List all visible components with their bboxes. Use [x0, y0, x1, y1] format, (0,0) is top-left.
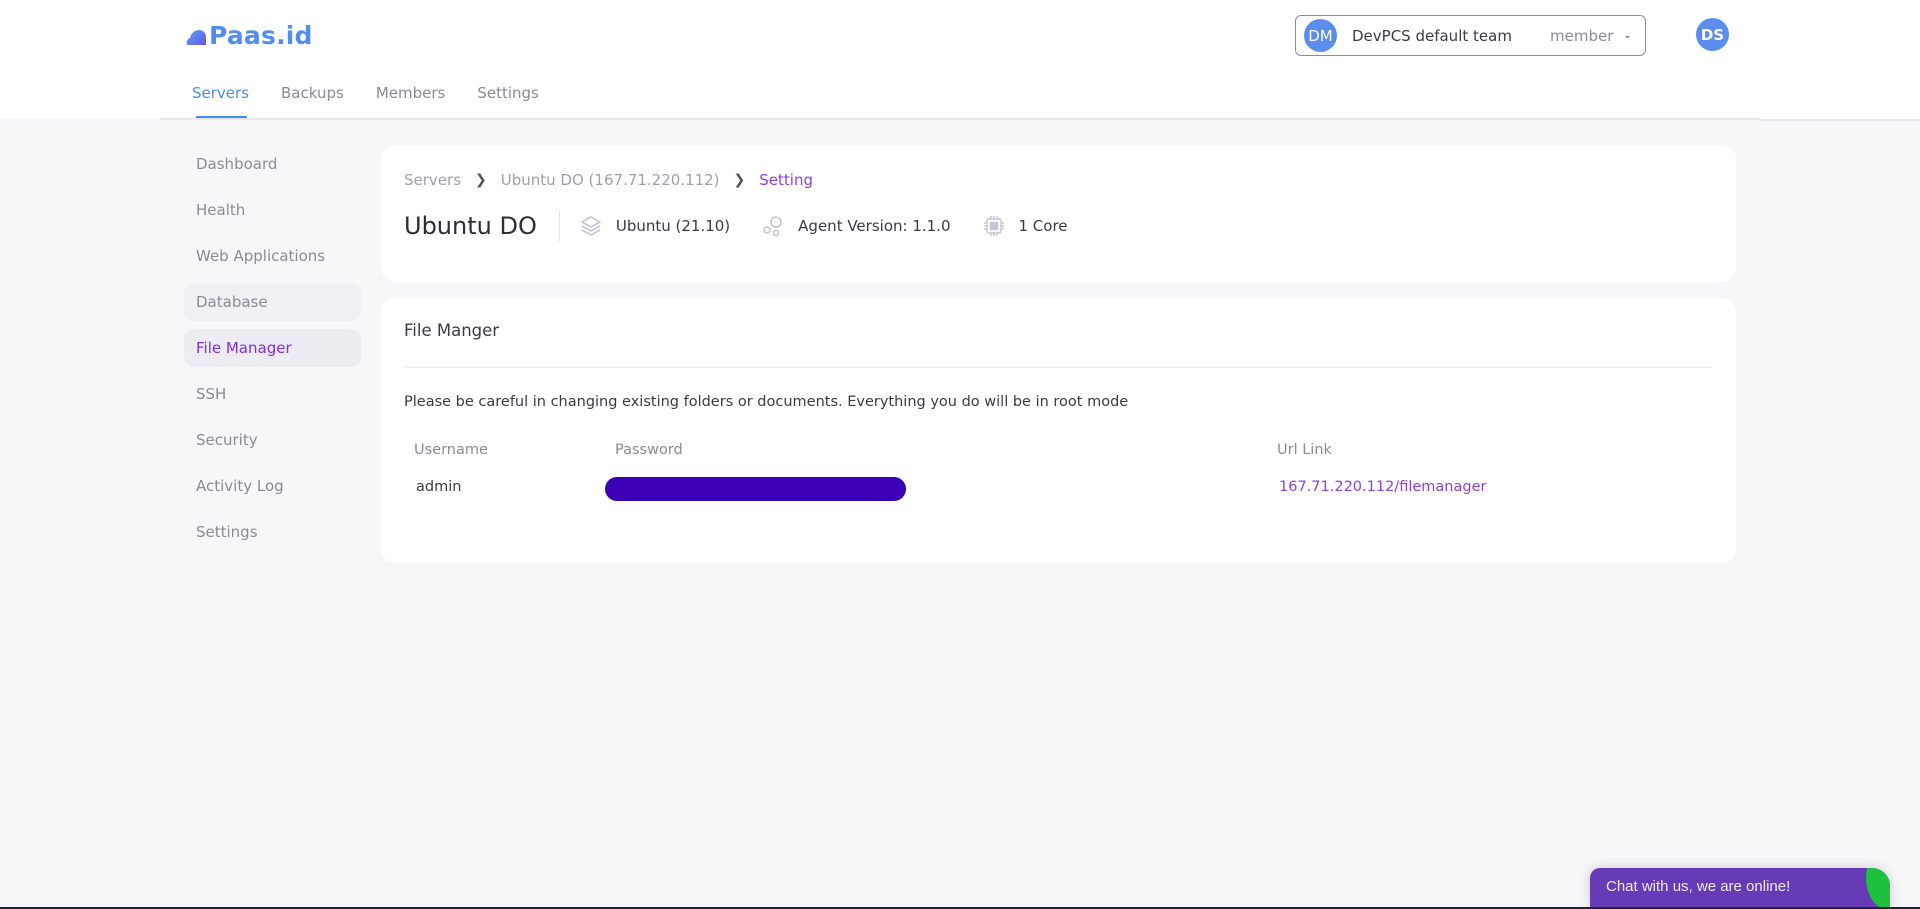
chevron-right-icon: ❯	[475, 172, 487, 188]
server-name: Ubuntu DO	[404, 212, 537, 240]
logo[interactable]: Paas.id	[186, 18, 313, 52]
sidebar-item-ssh[interactable]: SSH	[184, 375, 361, 413]
breadcrumb-current: Setting	[759, 171, 813, 189]
chevron-down-icon: ⌄	[1623, 30, 1632, 41]
user-avatar[interactable]: DS	[1696, 18, 1729, 51]
sidebar: Dashboard Health Web Applications Databa…	[184, 145, 361, 559]
sidebar-item-file-manager[interactable]: File Manager	[184, 329, 361, 367]
section-divider	[404, 367, 1712, 368]
os-info: Ubuntu (21.10)	[580, 215, 730, 237]
chat-widget-label: Chat with us, we are online!	[1606, 878, 1791, 895]
os-label: Ubuntu (21.10)	[615, 217, 731, 235]
main-tabs: Servers Backups Members Settings	[192, 84, 571, 120]
cpu-label: 1 Core	[1018, 217, 1068, 235]
breadcrumb: Servers ❯ Ubuntu DO (167.71.220.112) ❯ S…	[404, 171, 813, 189]
server-info-row: Ubuntu DO Ubuntu (21.10) Agent Version: …	[404, 208, 1100, 244]
chat-widget[interactable]: Chat with us, we are online!	[1590, 868, 1890, 909]
file-manager-card: File Manger Please be careful in changin…	[381, 298, 1736, 563]
sidebar-item-security[interactable]: Security	[184, 421, 361, 459]
sidebar-item-dashboard[interactable]: Dashboard	[184, 145, 361, 183]
tab-members[interactable]: Members	[376, 84, 446, 120]
breadcrumb-servers[interactable]: Servers	[404, 171, 461, 189]
header-divider	[160, 118, 1760, 120]
team-role: member	[1550, 26, 1614, 45]
server-header-card: Servers ❯ Ubuntu DO (167.71.220.112) ❯ S…	[381, 145, 1736, 282]
tab-backups[interactable]: Backups	[281, 84, 344, 120]
breadcrumb-server[interactable]: Ubuntu DO (167.71.220.112)	[501, 171, 720, 189]
cpu-info: 1 Core	[983, 215, 1068, 237]
team-avatar: DM	[1304, 19, 1337, 52]
header-divider-right	[1760, 119, 1920, 121]
tab-servers[interactable]: Servers	[192, 84, 249, 120]
sidebar-item-activity-log[interactable]: Activity Log	[184, 467, 361, 505]
team-selector[interactable]: DM DevPCS default team member ⌄	[1295, 15, 1646, 56]
top-navbar: Paas.id Servers Backups Members Settings…	[0, 0, 1920, 119]
sidebar-item-settings[interactable]: Settings	[184, 513, 361, 551]
agent-label: Agent Version: 1.1.0	[798, 217, 951, 235]
tab-settings[interactable]: Settings	[477, 84, 539, 120]
vertical-divider	[558, 210, 560, 242]
file-manager-title: File Manger	[404, 321, 500, 340]
layers-icon	[581, 216, 601, 236]
file-manager-url-link[interactable]: 167.71.220.112/filemanager	[1279, 479, 1486, 495]
username-value: admin	[416, 479, 462, 495]
column-header-url: Url Link	[1277, 442, 1332, 458]
root-mode-notice: Please be careful in changing existing f…	[404, 394, 1129, 410]
online-status-indicator	[1866, 868, 1890, 909]
sidebar-item-web-applications[interactable]: Web Applications	[184, 237, 361, 275]
bubbles-icon	[763, 216, 782, 237]
sidebar-item-health[interactable]: Health	[184, 191, 361, 229]
password-value-redacted	[605, 477, 906, 501]
cloud-logo-icon	[186, 29, 206, 45]
team-name: DevPCS default team	[1352, 26, 1512, 45]
column-header-username: Username	[414, 442, 488, 458]
sidebar-item-database[interactable]: Database	[184, 283, 361, 321]
chevron-right-icon: ❯	[733, 172, 746, 188]
column-header-password: Password	[615, 442, 683, 458]
cpu-chip-icon	[983, 216, 1004, 236]
logo-text: Paas.id	[209, 20, 313, 50]
agent-info: Agent Version: 1.1.0	[762, 215, 951, 237]
